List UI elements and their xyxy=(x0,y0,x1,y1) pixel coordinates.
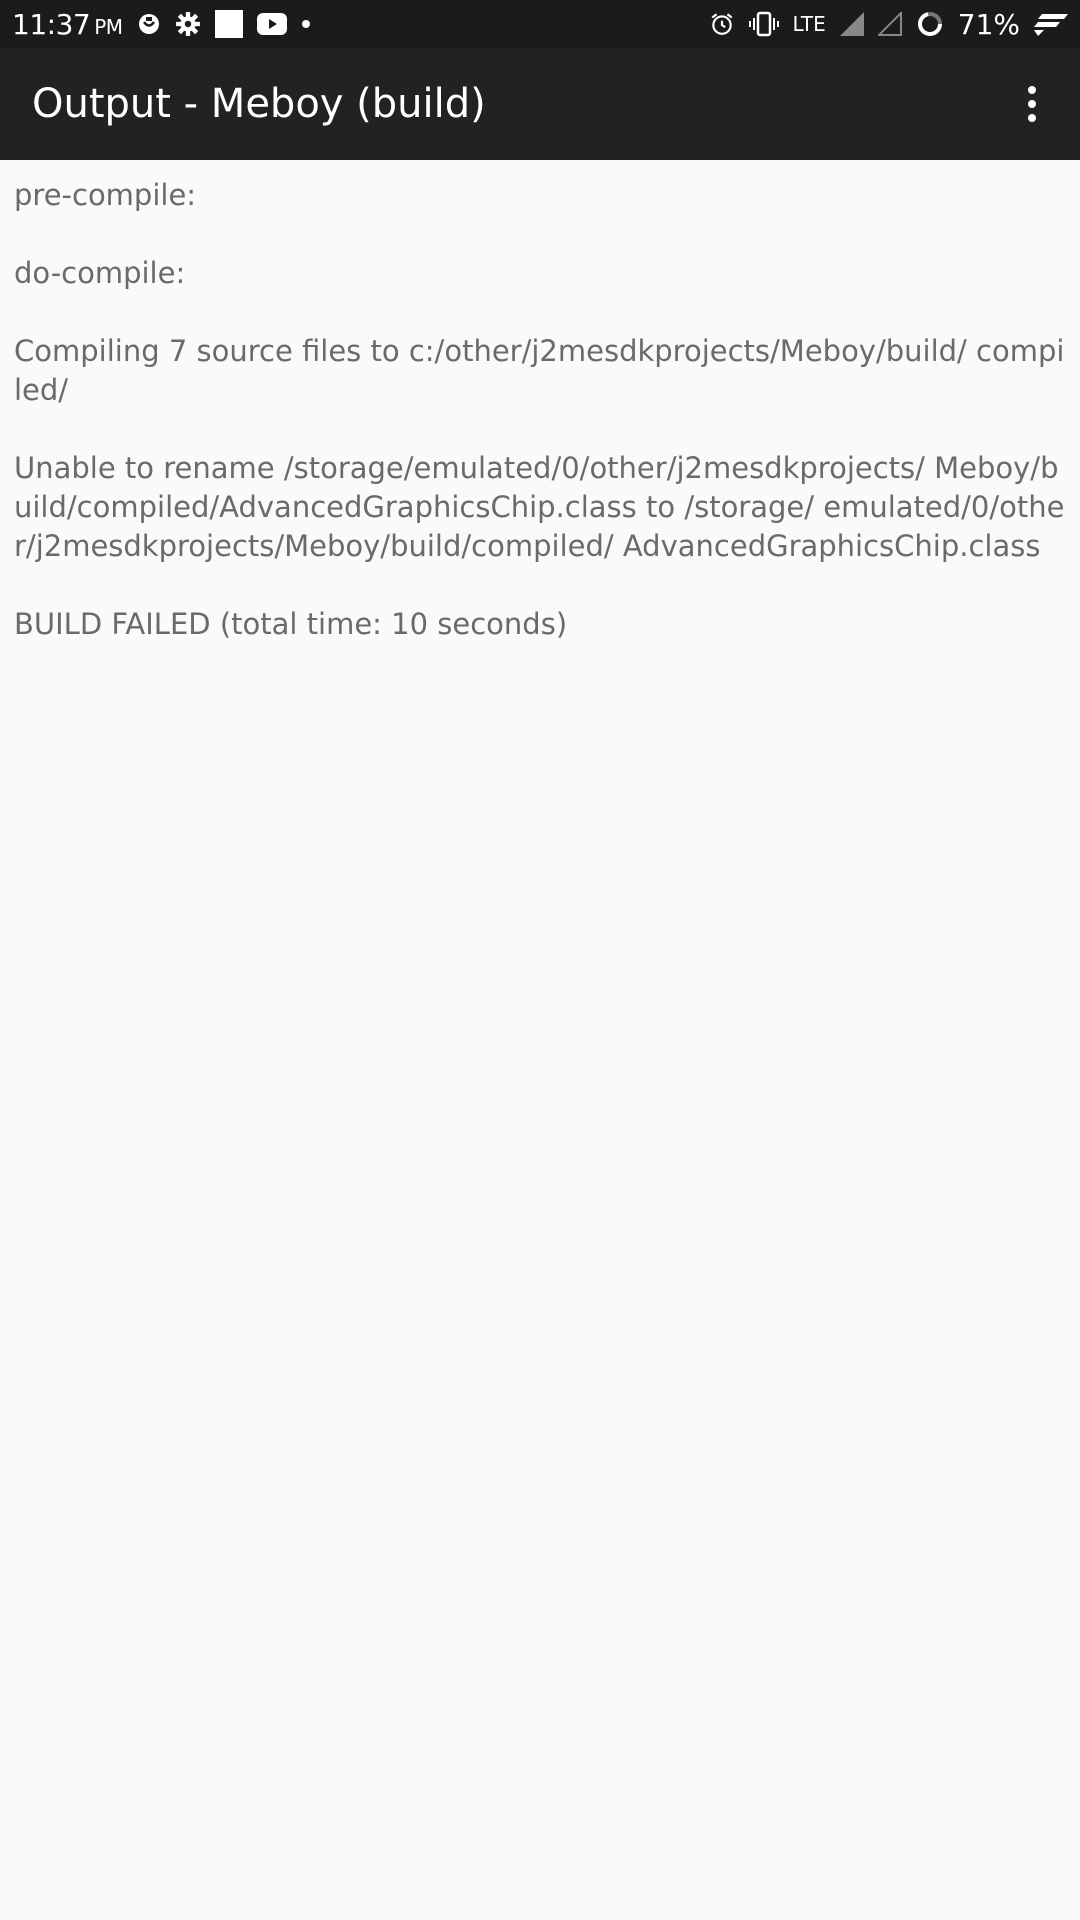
output-line: pre-compile: xyxy=(14,178,197,212)
alarm-icon xyxy=(709,11,735,37)
network-type: LTE xyxy=(792,12,826,36)
page-title: Output - Meboy (build) xyxy=(32,81,486,127)
status-bar-right: LTE 71% xyxy=(709,8,1068,41)
app-bar: Output - Meboy (build) xyxy=(0,48,1080,160)
dot-icon xyxy=(301,19,311,29)
signal-icon xyxy=(839,12,864,36)
output-line: BUILD FAILED (total time: 10 seconds) xyxy=(14,607,568,641)
settings-icon xyxy=(175,11,201,37)
battery-ring-icon xyxy=(916,10,944,38)
vibrate-icon xyxy=(748,11,779,37)
youtube-icon xyxy=(256,13,287,35)
more-vert-icon xyxy=(1028,86,1036,94)
signal-empty-icon xyxy=(877,12,902,36)
more-options-button[interactable] xyxy=(1008,72,1056,136)
square-notification-icon xyxy=(214,10,243,38)
output-line: do-compile: xyxy=(14,256,186,290)
output-line: Compiling 7 source files to c:/other/j2m… xyxy=(14,334,1065,407)
output-line: Unable to rename /storage/emulated/0/oth… xyxy=(14,451,1065,563)
flash-icon xyxy=(1034,12,1068,36)
notification-app-icon xyxy=(137,12,161,36)
status-bar-left: 11:37 PM xyxy=(12,8,311,41)
battery-percent: 71% xyxy=(957,7,1020,41)
build-output: pre-compile: do-compile: Compiling 7 sou… xyxy=(0,160,1080,699)
status-bar: 11:37 PM LTE 71% xyxy=(0,0,1080,48)
status-time: 11:37 PM xyxy=(12,7,123,41)
